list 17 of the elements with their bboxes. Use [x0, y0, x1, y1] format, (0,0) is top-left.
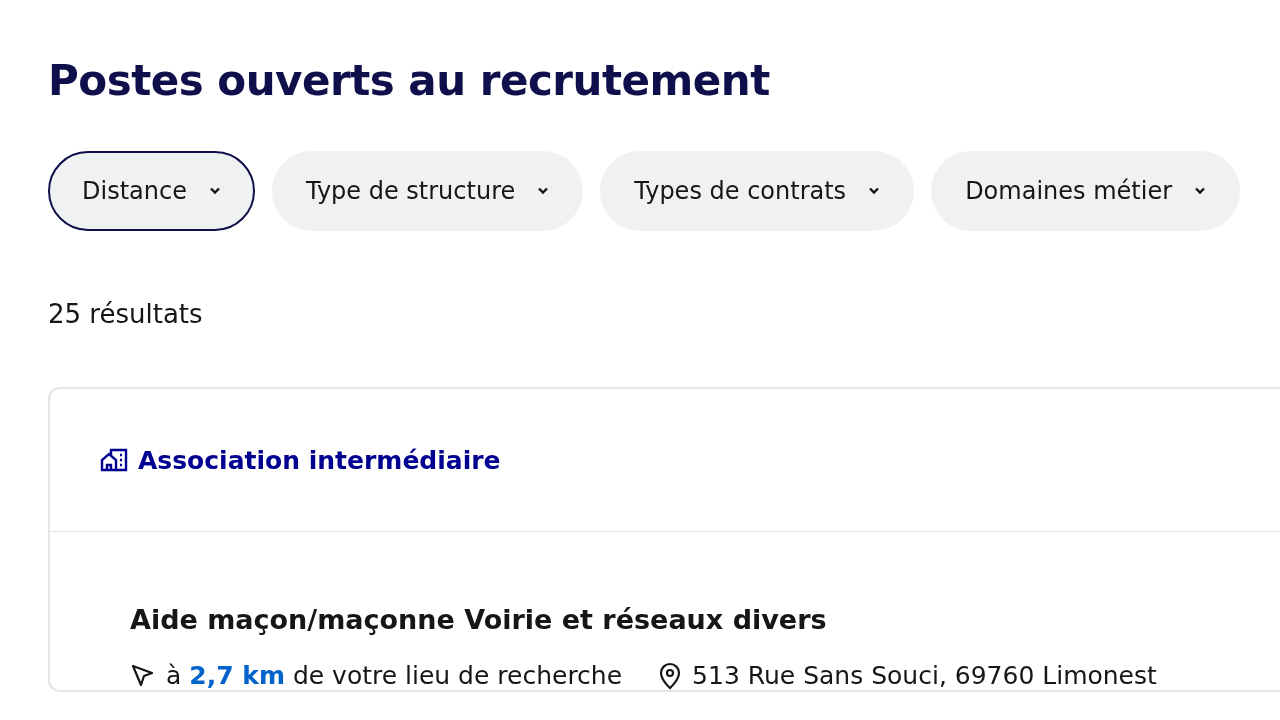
address-text: 513 Rue Sans Souci, 69760 Limonest	[692, 661, 1157, 690]
navigation-arrow-icon	[130, 662, 156, 689]
distance-text: à 2,7 km de votre lieu de recherche	[166, 661, 623, 690]
chevron-down-icon	[868, 187, 881, 195]
structure-type: Association intermédiaire	[138, 445, 501, 475]
chevron-down-icon	[537, 187, 550, 195]
page-title: Postes ouverts au recrutement	[48, 56, 771, 105]
filter-dropdown[interactable]: Types de contrats	[600, 151, 915, 231]
results-count: 25 résultats	[48, 299, 204, 329]
filter-dropdown[interactable]: Type de structure	[271, 151, 584, 231]
chevron-down-icon	[208, 187, 221, 195]
job-title[interactable]: Aide maçon/maçonne Voirie et réseaux divers	[130, 604, 1280, 635]
chevron-down-icon	[1194, 187, 1206, 195]
filter-dropdown[interactable]: Distance	[48, 151, 255, 231]
building-icon	[100, 448, 128, 472]
location-pin-icon	[658, 661, 683, 690]
filter-dropdown[interactable]: Domaines métier	[931, 151, 1240, 231]
